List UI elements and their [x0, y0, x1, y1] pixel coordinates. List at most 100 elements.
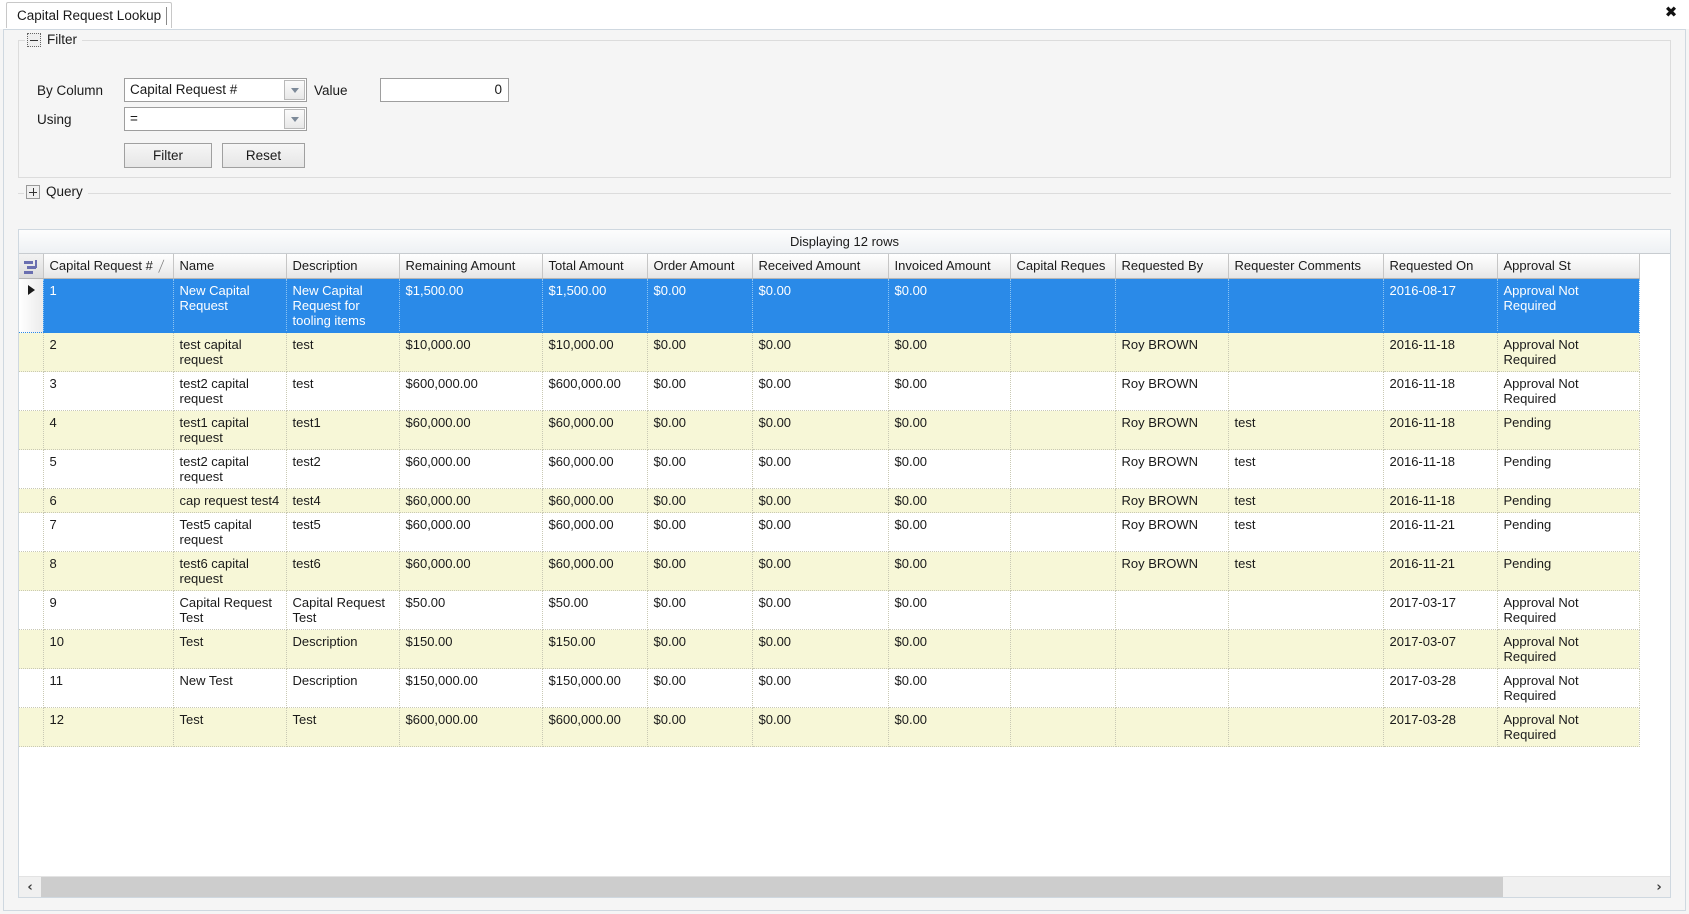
cell-description[interactable]: test — [286, 371, 400, 411]
cell-invoiced-amount[interactable]: $0.00 — [888, 590, 1011, 630]
cell-invoiced-amount[interactable]: $0.00 — [888, 332, 1011, 372]
cell-capital-reques[interactable] — [1010, 590, 1116, 630]
cell-capital-reques[interactable] — [1010, 668, 1116, 708]
cell-requested-by[interactable]: Roy BROWN — [1115, 410, 1229, 450]
table-row[interactable]: 7 Test5 capital request test5 $60,000.00 $60… — [19, 512, 1640, 552]
cell-order-amount[interactable]: $0.00 — [647, 512, 753, 552]
cell-requested-on[interactable]: 2016-11-21 — [1383, 512, 1498, 552]
row-selector[interactable] — [19, 707, 44, 747]
cell-invoiced-amount[interactable]: $0.00 — [888, 488, 1011, 513]
cell-name[interactable]: cap request test4 — [173, 488, 287, 513]
cell-received-amount[interactable]: $0.00 — [752, 668, 889, 708]
column-header-capital-request[interactable]: Capital Request # ╱ — [43, 254, 174, 279]
cell-received-amount[interactable]: $0.00 — [752, 371, 889, 411]
value-input[interactable]: 0 — [380, 78, 509, 102]
cell-order-amount[interactable]: $0.00 — [647, 371, 753, 411]
cell-order-amount[interactable]: $0.00 — [647, 488, 753, 513]
cell-order-amount[interactable]: $0.00 — [647, 590, 753, 630]
cell-received-amount[interactable]: $0.00 — [752, 512, 889, 552]
cell-requested-by[interactable] — [1115, 278, 1229, 333]
cell-requested-by[interactable]: Roy BROWN — [1115, 551, 1229, 591]
cell-requested-by[interactable] — [1115, 707, 1229, 747]
cell-remaining-amount[interactable]: $60,000.00 — [399, 512, 543, 552]
cell-received-amount[interactable]: $0.00 — [752, 551, 889, 591]
column-header-requester-comments[interactable]: Requester Comments — [1228, 254, 1384, 279]
column-header-requested-by[interactable]: Requested By — [1115, 254, 1229, 279]
cell-requester-comments[interactable]: test — [1228, 512, 1384, 552]
cell-remaining-amount[interactable]: $50.00 — [399, 590, 543, 630]
cell-requested-on[interactable]: 2017-03-28 — [1383, 668, 1498, 708]
cell-requested-on[interactable]: 2016-11-18 — [1383, 410, 1498, 450]
row-selector[interactable] — [19, 332, 44, 372]
cell-invoiced-amount[interactable]: $0.00 — [888, 371, 1011, 411]
row-selector[interactable] — [19, 410, 44, 450]
cell-capital-reques[interactable] — [1010, 371, 1116, 411]
cell-capital-reques[interactable] — [1010, 512, 1116, 552]
cell-capital-request[interactable]: 3 — [43, 371, 174, 411]
cell-order-amount[interactable]: $0.00 — [647, 278, 753, 333]
cell-requested-on[interactable]: 2016-11-18 — [1383, 488, 1498, 513]
cell-order-amount[interactable]: $0.00 — [647, 410, 753, 450]
expand-query-icon[interactable] — [26, 184, 40, 199]
cell-remaining-amount[interactable]: $150.00 — [399, 629, 543, 669]
cell-name[interactable]: test6 capital request — [173, 551, 287, 591]
cell-received-amount[interactable]: $0.00 — [752, 590, 889, 630]
cell-requested-by[interactable]: Roy BROWN — [1115, 512, 1229, 552]
row-selector[interactable] — [19, 512, 44, 552]
by-column-chevron-down-icon[interactable] — [284, 80, 305, 100]
cell-requested-by[interactable]: Roy BROWN — [1115, 332, 1229, 372]
cell-received-amount[interactable]: $0.00 — [752, 410, 889, 450]
cell-description[interactable]: Capital Request Test — [286, 590, 400, 630]
cell-requested-on[interactable]: 2017-03-17 — [1383, 590, 1498, 630]
scroll-right-icon[interactable]: › — [1648, 877, 1670, 897]
cell-name[interactable]: Test — [173, 629, 287, 669]
cell-requester-comments[interactable] — [1228, 332, 1384, 372]
cell-capital-reques[interactable] — [1010, 278, 1116, 333]
cell-order-amount[interactable]: $0.00 — [647, 449, 753, 489]
cell-total-amount[interactable]: $60,000.00 — [542, 410, 648, 450]
cell-requester-comments[interactable]: test — [1228, 449, 1384, 489]
column-header-name[interactable]: Name — [173, 254, 287, 279]
cell-name[interactable]: test capital request — [173, 332, 287, 372]
cell-total-amount[interactable]: $60,000.00 — [542, 551, 648, 591]
cell-capital-reques[interactable] — [1010, 332, 1116, 372]
cell-total-amount[interactable]: $600,000.00 — [542, 371, 648, 411]
cell-requester-comments[interactable] — [1228, 278, 1384, 333]
reset-button[interactable]: Reset — [222, 143, 305, 168]
column-header-remaining-amount[interactable]: Remaining Amount — [399, 254, 543, 279]
table-row[interactable]: 3 test2 capital request test $600,000.00 $60… — [19, 371, 1640, 411]
cell-description[interactable]: test5 — [286, 512, 400, 552]
cell-received-amount[interactable]: $0.00 — [752, 332, 889, 372]
cell-approval-st[interactable]: Approval Not Required — [1497, 668, 1640, 708]
cell-remaining-amount[interactable]: $60,000.00 — [399, 449, 543, 489]
cell-remaining-amount[interactable]: $10,000.00 — [399, 332, 543, 372]
table-row[interactable]: 5 test2 capital request test2 $60,000.00 $60… — [19, 449, 1640, 489]
cell-approval-st[interactable]: Pending — [1497, 410, 1640, 450]
cell-invoiced-amount[interactable]: $0.00 — [888, 410, 1011, 450]
table-row[interactable]: 9 Capital Request Test Capital Request Tes… — [19, 590, 1640, 630]
cell-description[interactable]: Test — [286, 707, 400, 747]
row-selector[interactable] — [19, 278, 44, 333]
cell-description[interactable]: test — [286, 332, 400, 372]
row-selector[interactable] — [19, 371, 44, 411]
column-header-invoiced-amount[interactable]: Invoiced Amount — [888, 254, 1011, 279]
cell-requested-on[interactable]: 2017-03-07 — [1383, 629, 1498, 669]
cell-approval-st[interactable]: Pending — [1497, 512, 1640, 552]
cell-name[interactable]: Capital Request Test — [173, 590, 287, 630]
scrollbar-track[interactable] — [41, 877, 1648, 897]
cell-received-amount[interactable]: $0.00 — [752, 629, 889, 669]
cell-received-amount[interactable]: $0.00 — [752, 278, 889, 333]
select-all-corner-button[interactable] — [19, 254, 44, 279]
row-selector[interactable] — [19, 551, 44, 591]
cell-order-amount[interactable]: $0.00 — [647, 629, 753, 669]
cell-description[interactable]: test2 — [286, 449, 400, 489]
close-icon[interactable]: ✖ — [1662, 3, 1680, 21]
cell-remaining-amount[interactable]: $60,000.00 — [399, 488, 543, 513]
tab-capital-request-lookup[interactable]: Capital Request Lookup — [6, 2, 173, 28]
row-selector[interactable] — [19, 488, 44, 513]
cell-invoiced-amount[interactable]: $0.00 — [888, 449, 1011, 489]
cell-total-amount[interactable]: $1,500.00 — [542, 278, 648, 333]
cell-order-amount[interactable]: $0.00 — [647, 332, 753, 372]
cell-requested-on[interactable]: 2017-03-28 — [1383, 707, 1498, 747]
cell-name[interactable]: test2 capital request — [173, 449, 287, 489]
